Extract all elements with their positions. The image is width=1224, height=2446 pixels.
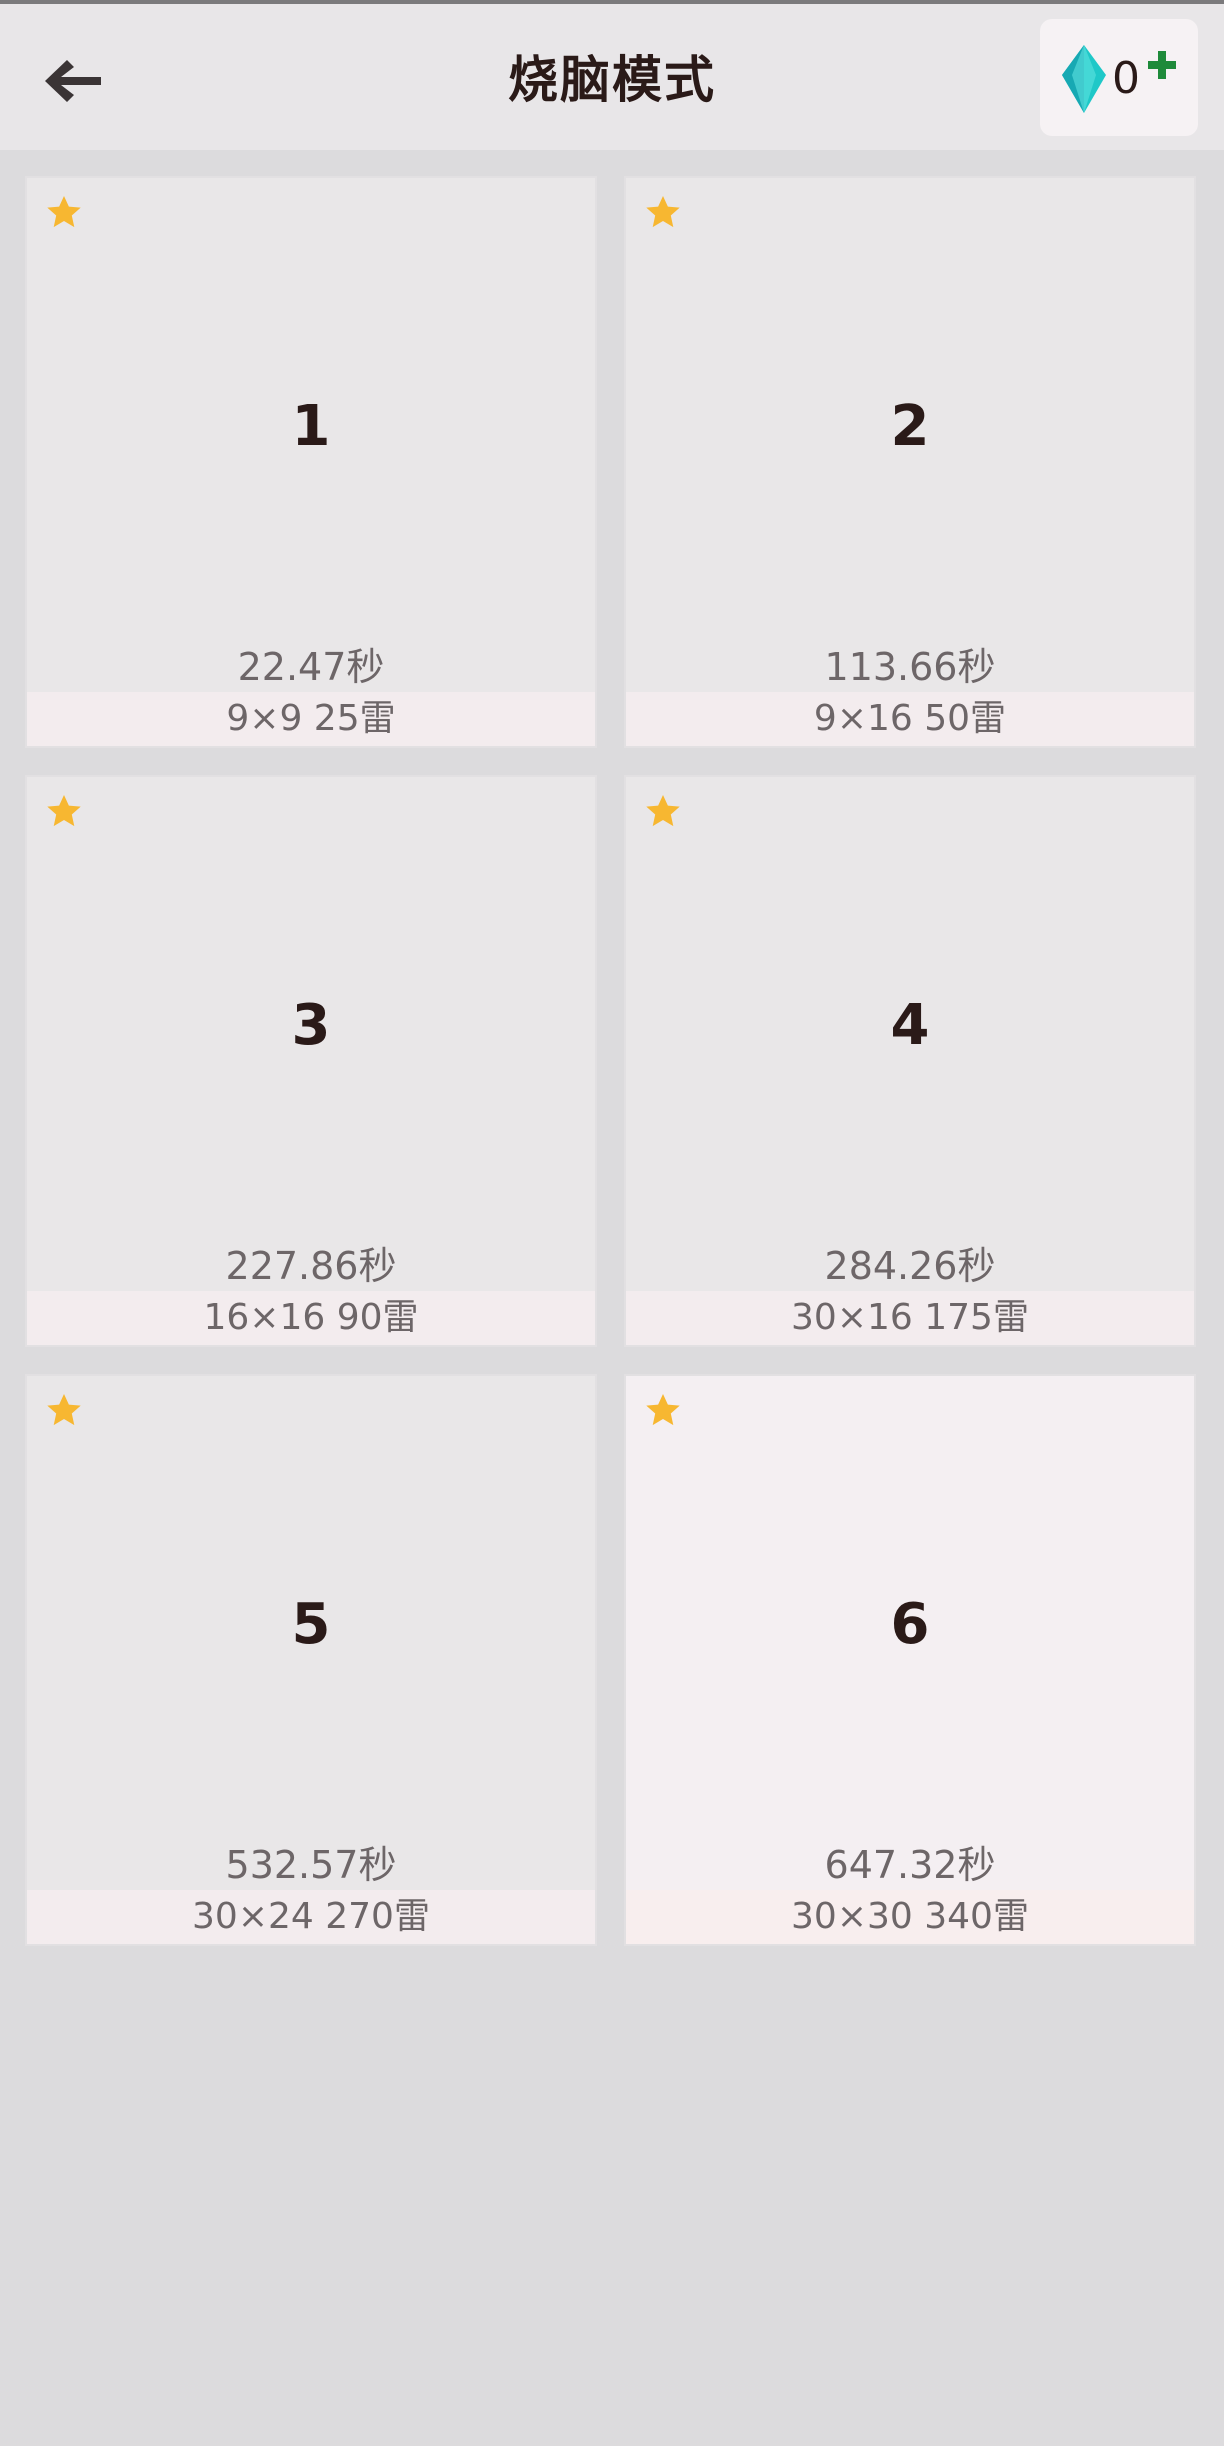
level-board-info: 30×30 340雷 xyxy=(626,1890,1194,1944)
level-best-time: 647.32秒 xyxy=(824,1843,996,1887)
level-card-5[interactable]: 5 532.57秒 30×24 270雷 xyxy=(25,1374,597,1946)
star-icon xyxy=(47,795,81,827)
level-best-time: 113.66秒 xyxy=(824,645,996,689)
level-number: 2 xyxy=(890,394,930,459)
level-best-time: 284.26秒 xyxy=(824,1244,996,1288)
level-board-info: 30×16 175雷 xyxy=(626,1291,1194,1345)
level-number: 4 xyxy=(890,993,930,1058)
level-best-time: 532.57秒 xyxy=(225,1843,397,1887)
star-icon xyxy=(646,196,680,228)
plus-icon xyxy=(1148,51,1176,79)
star-icon xyxy=(47,1394,81,1426)
star-icon xyxy=(646,795,680,827)
level-card-6[interactable]: 6 647.32秒 30×30 340雷 xyxy=(624,1374,1196,1946)
level-board-info: 9×9 25雷 xyxy=(27,692,595,746)
level-number: 6 xyxy=(890,1592,930,1657)
star-icon xyxy=(47,196,81,228)
level-board-info: 30×24 270雷 xyxy=(27,1890,595,1944)
level-best-time: 22.47秒 xyxy=(237,645,385,689)
level-card-1[interactable]: 1 22.47秒 9×9 25雷 xyxy=(25,176,597,748)
star-icon xyxy=(646,1394,680,1426)
gem-balance-button[interactable]: 0 xyxy=(1040,19,1198,136)
diamond-icon xyxy=(1062,45,1106,113)
app-header: 烧脑模式 0 xyxy=(0,4,1224,150)
level-card-2[interactable]: 2 113.66秒 9×16 50雷 xyxy=(624,176,1196,748)
gem-count: 0 xyxy=(1112,53,1140,104)
level-number: 1 xyxy=(291,394,331,459)
level-best-time: 227.86秒 xyxy=(225,1244,397,1288)
level-board-info: 9×16 50雷 xyxy=(626,692,1194,746)
level-card-3[interactable]: 3 227.86秒 16×16 90雷 xyxy=(25,775,597,1347)
level-number: 5 xyxy=(291,1592,331,1657)
level-board-info: 16×16 90雷 xyxy=(27,1291,595,1345)
level-card-4[interactable]: 4 284.26秒 30×16 175雷 xyxy=(624,775,1196,1347)
level-number: 3 xyxy=(291,993,331,1058)
